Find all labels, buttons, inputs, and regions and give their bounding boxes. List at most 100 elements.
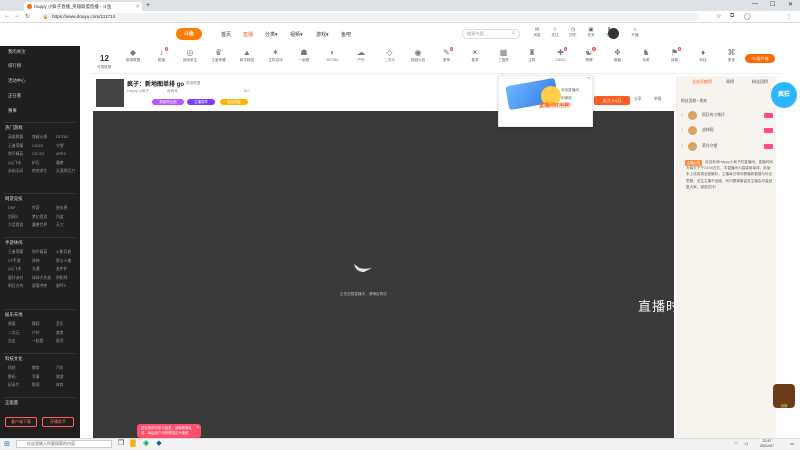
promo-close-icon[interactable]: × xyxy=(587,76,590,82)
mascot-badge[interactable]: 疯狂 xyxy=(771,82,797,108)
contribution-row[interactable]: 1 疯狂的小猪仔 xyxy=(680,111,774,121)
sidebar-category-link[interactable]: DOTA2 xyxy=(56,135,68,139)
sidebar-category-link[interactable]: 逆水寒 xyxy=(56,206,67,211)
mascot-corner[interactable]: 战旗 xyxy=(773,384,795,408)
file-explorer-icon[interactable]: ▇ xyxy=(128,439,138,449)
task-view-icon[interactable]: ❐ xyxy=(116,439,126,449)
top-nav-item[interactable]: 首页 xyxy=(221,31,231,38)
forward-icon[interactable]: → xyxy=(14,13,20,19)
sidebar-category-link[interactable]: 王者荣耀 xyxy=(8,144,23,149)
sidebar-section-title[interactable]: 科技文化 xyxy=(5,356,23,362)
top-icon-button[interactable]: ▣ 任务 xyxy=(582,27,600,38)
sidebar-category-link[interactable]: 守望 xyxy=(56,144,64,149)
category-item[interactable]: ♦ 科技 xyxy=(692,48,714,63)
sidebar-category-link[interactable]: 音乐 xyxy=(56,322,64,327)
category-item[interactable]: ☗ 一起看 xyxy=(293,48,315,63)
sidebar-category-link[interactable]: 剑网3 xyxy=(8,215,18,220)
follow-button[interactable]: 关注 2.9万 xyxy=(594,96,630,105)
sidebar-category-link[interactable]: CF手游 xyxy=(8,259,21,264)
client-download-button[interactable]: 客户端下载 xyxy=(5,417,37,427)
category-item[interactable]: ❖ 魔兽 xyxy=(607,48,629,63)
site-logo[interactable]: 斗鱼 xyxy=(176,28,202,40)
sidebar-category-link[interactable]: 光遇 xyxy=(32,267,40,272)
sidebar-category-link[interactable]: 球球大作战 xyxy=(32,276,51,281)
sidebar-section-title[interactable]: 娱乐天地 xyxy=(5,312,23,318)
sidebar-category-link[interactable]: 二次元 xyxy=(8,331,19,336)
sidebar-category-link[interactable]: 火影忍者 xyxy=(56,250,71,255)
url-field[interactable]: https://www.douyu.com/111714 xyxy=(40,13,700,21)
category-item[interactable]: ✚ CSGO xyxy=(550,48,572,62)
sidebar-category-link[interactable]: 体育 xyxy=(56,383,64,388)
pc-client-button[interactable]: PC客户端 xyxy=(745,54,775,63)
sidebar-category-link[interactable]: 美食 xyxy=(56,331,64,336)
sidebar-category-link[interactable]: 大话西游 xyxy=(8,223,23,228)
close-window-button[interactable]: ✕ xyxy=(788,1,793,8)
sidebar-category-link[interactable]: QQ飞车 xyxy=(8,161,22,166)
category-item[interactable]: ♛ 王者荣耀 xyxy=(208,48,230,63)
user-avatar[interactable] xyxy=(608,28,619,39)
streamer-assistant-button[interactable]: 开播助手 xyxy=(42,417,74,427)
category-item[interactable]: ✦ 主机游戏 xyxy=(265,48,287,63)
sidebar-item[interactable]: 正在看 xyxy=(8,93,21,99)
sidebar-category-link[interactable]: 部落冲突 xyxy=(32,284,47,289)
category-item[interactable]: ▲ 和平精英 xyxy=(236,48,258,63)
sidebar-category-link[interactable]: 交友 xyxy=(8,339,16,344)
video-player[interactable] xyxy=(93,111,674,438)
tab-close-icon[interactable]: × xyxy=(136,4,139,10)
sidebar-category-link[interactable]: 传奇 xyxy=(32,206,40,211)
search-icon[interactable]: ⌕ xyxy=(512,30,515,36)
right-panel-tab[interactable]: 粉丝团榜 xyxy=(752,79,768,85)
promo-popup[interactable]: 添加直播间 到桌面 直播间好用啊! × xyxy=(498,75,593,127)
category-item[interactable]: ♪ 颜值 xyxy=(151,48,173,63)
category-item[interactable]: ◐ DOTA2 xyxy=(322,48,344,62)
taskbar-clock[interactable]: 22:47 2021/9/7 xyxy=(760,439,774,448)
category-item[interactable]: ♜ 主机 xyxy=(521,48,543,63)
sidebar-category-link[interactable]: 蛋仔派对 xyxy=(8,276,23,281)
minimize-button[interactable]: — xyxy=(752,1,758,7)
sidebar-category-link[interactable]: 绝地求生 xyxy=(32,169,47,174)
category-item[interactable]: ◉ 穿越火线 xyxy=(407,48,429,63)
category-item[interactable]: ⚑ 体育 xyxy=(664,48,686,63)
sidebar-category-link[interactable]: 影视 xyxy=(32,383,40,388)
sidebar-category-link[interactable]: 和平精英 xyxy=(32,250,47,255)
browser-taskbar-icon[interactable]: ◉ xyxy=(141,439,151,449)
profile-icon[interactable]: ◯ xyxy=(744,13,751,20)
sidebar-category-link[interactable]: 穿越火线 xyxy=(32,135,47,140)
top-nav-item[interactable]: 分类▾ xyxy=(265,31,278,38)
sidebar-item[interactable]: 赛事 xyxy=(8,108,17,114)
browser-tab[interactable]: Happy 小疯子直播_英雄联盟直播 - 斗鱼 × xyxy=(24,2,142,11)
superstar-badge[interactable]: 超级明星 xyxy=(220,99,248,105)
category-item[interactable]: ⌘ 更多 xyxy=(721,48,743,63)
sidebar-category-link[interactable]: 星秀 xyxy=(56,339,64,344)
room-category-tag[interactable]: 英雄联盟 xyxy=(186,81,200,86)
extensions-icon[interactable]: ⧉ xyxy=(730,13,734,20)
sidebar-category-link[interactable]: 魔兽世界 xyxy=(32,223,47,228)
taskbar-search[interactable]: 在这里输入你要搜索的内容 xyxy=(16,440,112,448)
sidebar-section-title[interactable]: 热门游戏 xyxy=(5,125,23,131)
sidebar-category-link[interactable]: 炉石 xyxy=(32,161,40,166)
back-icon[interactable]: ← xyxy=(4,13,10,19)
contributor-avatar[interactable] xyxy=(688,126,697,135)
category-item[interactable]: ◇ 二次元 xyxy=(379,48,401,63)
streamer-name[interactable]: Happy 小疯子 xyxy=(127,89,149,94)
streamer-avatar[interactable] xyxy=(96,79,124,107)
sidebar-category-link[interactable]: 户外 xyxy=(32,331,40,336)
sidebar-category-link[interactable]: QQ飞车 xyxy=(8,267,22,272)
sidebar-category-link[interactable]: 王者荣耀 xyxy=(8,250,23,255)
toast-close-icon[interactable]: × xyxy=(196,425,199,431)
category-item[interactable]: ☀ 星秀 xyxy=(464,48,486,63)
sidebar-item[interactable]: 排行榜 xyxy=(8,63,21,69)
category-item[interactable]: ♞ 传奇 xyxy=(635,48,657,63)
sidebar-category-link[interactable]: 汽车 xyxy=(56,366,64,371)
network-icon[interactable]: ◠ xyxy=(734,441,738,447)
sidebar-section-title[interactable]: 正能量 xyxy=(5,400,18,406)
promo-cta[interactable]: 直播间好用啊! xyxy=(539,102,571,109)
streamer-medal-badge[interactable]: 主播勋章 xyxy=(187,99,215,105)
report-button[interactable]: 举报 xyxy=(654,97,662,102)
windows-start-icon[interactable]: ⊞ xyxy=(4,440,10,448)
top-icon-button[interactable]: ◷ 历史 xyxy=(564,27,582,38)
category-item[interactable]: ◎ 绝地求生 xyxy=(179,48,201,63)
top-icon-button[interactable]: ☆ 关注 xyxy=(546,27,564,38)
sidebar-category-link[interactable]: CS:GO xyxy=(32,152,44,156)
sidebar-category-link[interactable]: 舞蹈 xyxy=(32,322,40,327)
